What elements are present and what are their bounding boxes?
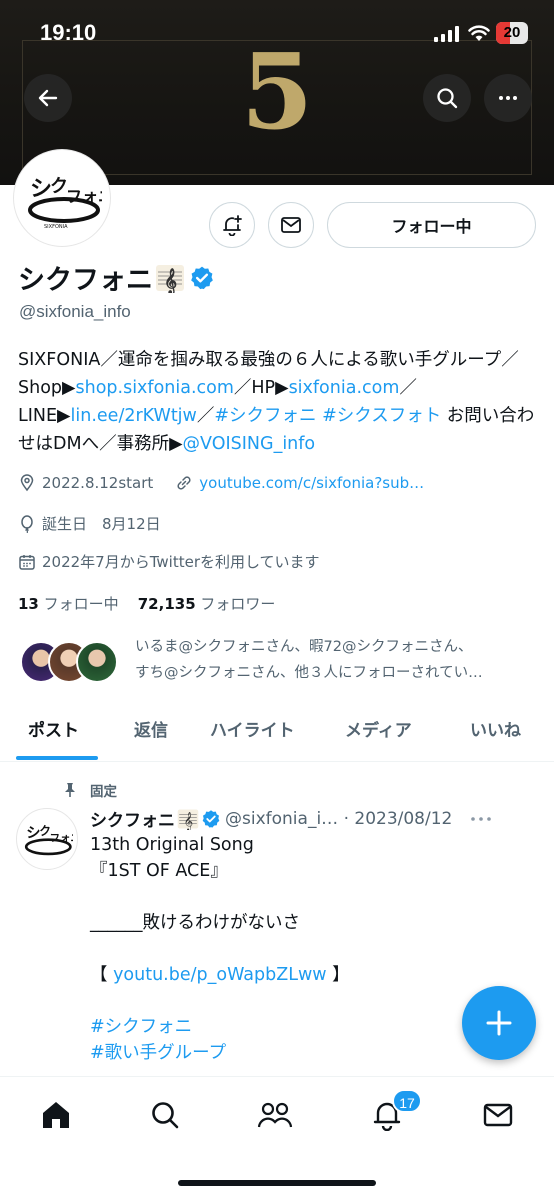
post-line: ______敗けるわけがないさ (90, 913, 300, 933)
known-followers[interactable]: いるま@シクフォニさん、暇72@シクフォニさん、 すち@シクフォニさん、他３人に… (20, 634, 540, 690)
home-icon (43, 1102, 69, 1128)
more-icon (499, 96, 517, 100)
location-icon (20, 474, 34, 492)
profile-name: シクフォニ 𝄞 (18, 258, 215, 297)
mail-icon (483, 1103, 513, 1127)
verified-badge-icon (202, 809, 220, 828)
search-icon (152, 1102, 179, 1129)
hashtag-link[interactable]: #歌い手グループ (90, 1040, 530, 1066)
more-button[interactable] (484, 74, 532, 122)
sixfonia-logo: シ ク フォニ (24, 824, 73, 856)
status-time: 19:10 (40, 20, 97, 45)
svg-text:𝄞: 𝄞 (164, 267, 177, 293)
tab-likes[interactable]: いいね (470, 716, 521, 741)
post-line: 『1ST OF ACE』 (90, 861, 228, 881)
post-line: 13th Original Song (90, 835, 254, 855)
balloon-icon (21, 514, 33, 533)
followers-stat[interactable]: 72,135 フォロワー (138, 595, 276, 613)
music-staff-icon: 𝄞 (177, 808, 199, 830)
line-link[interactable]: lin.ee/2rKWtjw (71, 406, 197, 426)
shop-link[interactable]: shop.sixfonia.com (75, 378, 233, 398)
mail-icon (281, 217, 301, 233)
notifications-toggle-button[interactable] (209, 202, 255, 248)
back-arrow-icon (38, 89, 58, 107)
tab-highlights[interactable]: ハイライト (210, 716, 295, 741)
birthday-row: 誕生日 8月12日 (18, 513, 161, 534)
people-icon (257, 1102, 293, 1128)
back-button[interactable] (24, 74, 72, 122)
music-staff-icon: 𝄞 (156, 264, 184, 293)
profile-bio: SIXFONIA／運命を掴み取る最強の６人による歌い手グループ／ Shop▶sh… (18, 346, 538, 458)
search-icon (437, 88, 458, 109)
notification-count-badge: 17 (392, 1089, 422, 1113)
joined-row: 2022年7月からTwitterを利用しています (18, 551, 320, 572)
location-text: 2022.8.12start (42, 474, 154, 492)
wifi-icon (468, 25, 490, 41)
signal-icon (434, 26, 459, 42)
bio-text: ／ (196, 406, 215, 426)
svg-text:SIXFONIA: SIXFONIA (44, 224, 68, 230)
hp-link[interactable]: sixfonia.com (289, 378, 400, 398)
youtube-link[interactable]: youtu.be/p_oWapbZLww (113, 965, 327, 985)
battery-indicator: 20 (496, 22, 528, 44)
verified-badge-icon (191, 266, 213, 289)
active-tab-indicator (16, 756, 98, 760)
joined-text: 2022年7月からTwitterを利用しています (42, 553, 320, 571)
profile-name-text: シクフォニ (18, 265, 153, 296)
pin-icon (65, 783, 75, 797)
mention-link[interactable]: @VOISING_info (183, 434, 316, 454)
profile-tabs: ポスト 返信 ハイライト メディア いいね (0, 700, 554, 762)
home-indicator (178, 1180, 376, 1186)
message-button[interactable] (268, 202, 314, 248)
tab-posts[interactable]: ポスト (28, 716, 79, 741)
profile-avatar[interactable]: シ ク フォニ SIXFONIA (14, 150, 110, 246)
search-button[interactable] (423, 74, 471, 122)
nav-home[interactable] (36, 1095, 76, 1135)
bio-text: ／HP▶ (233, 378, 289, 398)
pinned-label: 固定 (62, 780, 117, 800)
svg-text:𝄞: 𝄞 (184, 811, 194, 830)
post-author-avatar[interactable]: シ ク フォニ (16, 808, 78, 870)
location-row: 2022.8.12start youtube.com/c/sixfonia?su… (18, 474, 424, 492)
known-followers-text: いるま@シクフォニさん、暇72@シクフォニさん、 すち@シクフォニさん、他３人に… (135, 639, 483, 681)
post-more-icon[interactable] (470, 815, 492, 823)
sixfonia-logo: シ ク フォニ SIXFONIA (28, 176, 102, 230)
link-icon (177, 476, 191, 490)
calendar-icon (19, 554, 35, 570)
profile-handle: @sixfonia_info (19, 302, 131, 321)
follower-avatar (76, 641, 118, 683)
website-link[interactable]: youtube.com/c/sixfonia?sub… (199, 474, 424, 492)
nav-communities[interactable] (255, 1095, 295, 1135)
following-stat[interactable]: 13 フォロー中 (18, 595, 119, 613)
post-header: シクフォニ 𝄞 @sixfonia_i… · 2023/08/12 (90, 806, 544, 831)
post-meta: @sixfonia_i… · 2023/08/12 (225, 808, 453, 829)
birthday-text: 誕生日 8月12日 (42, 515, 161, 533)
post-link-line: 【 youtu.be/p_oWapbZLww 】 (90, 965, 350, 985)
compose-button[interactable] (462, 986, 536, 1060)
nav-messages[interactable] (478, 1095, 518, 1135)
follow-stats: 13 フォロー中 72,135 フォロワー (18, 593, 275, 614)
plus-icon (486, 1010, 512, 1036)
following-button[interactable]: フォロー中 (327, 202, 536, 248)
svg-text:フォニ: フォニ (66, 187, 102, 206)
hashtag-links[interactable]: #シクフォニ #シクスフォト (214, 406, 441, 426)
tab-replies[interactable]: 返信 (134, 716, 168, 741)
bell-plus-icon (223, 215, 242, 236)
nav-search[interactable] (145, 1095, 185, 1135)
status-bar: 19:10 20 (0, 0, 554, 64)
tab-media[interactable]: メディア (345, 716, 412, 741)
post-author-name[interactable]: シクフォニ (90, 806, 175, 831)
